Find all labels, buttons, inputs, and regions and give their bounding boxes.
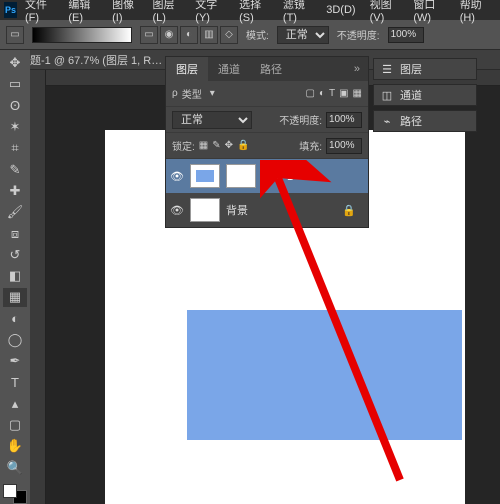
filter-adjust-icon[interactable]: ◐ — [319, 88, 325, 99]
layer-item-1[interactable]: 👁 图层 1 — [166, 159, 368, 193]
menu-3d[interactable]: 3D(D) — [320, 4, 361, 16]
gradient-type-linear-icon[interactable]: ▭ — [140, 26, 158, 44]
clone-stamp-tool-icon[interactable]: ⧈ — [3, 224, 27, 242]
layer-mask-thumb[interactable] — [226, 164, 256, 188]
filter-smart-icon[interactable]: ▦ — [353, 88, 362, 99]
opacity-label: 不透明度: — [337, 27, 380, 42]
filter-shape-icon[interactable]: ▣ — [339, 88, 348, 99]
stack-label: 图层 — [400, 61, 422, 77]
layer-item-background[interactable]: 👁 背景 🔒 — [166, 193, 368, 227]
app-icon: Ps — [4, 2, 17, 18]
menubar: Ps 文件(F) 编辑(E) 图像(I) 图层(L) 文字(Y) 选择(S) 滤… — [0, 0, 500, 20]
document-tab[interactable]: 未标题-1 @ 67.7% (图层 1, R… — [8, 52, 162, 68]
channels-stack-icon: ◫ — [380, 88, 394, 102]
lock-all-icon[interactable]: 🔒 — [237, 140, 249, 151]
layer-fill-input[interactable] — [326, 138, 362, 154]
gradient-type-radial-icon[interactable]: ◉ — [160, 26, 178, 44]
blend-opacity-row: 正常 不透明度: — [166, 107, 368, 133]
menu-image[interactable]: 图像(I) — [106, 0, 144, 24]
eraser-tool-icon[interactable]: ◧ — [3, 267, 27, 285]
layer-thumb[interactable] — [190, 164, 220, 188]
panel-menu-icon[interactable]: » — [346, 63, 368, 75]
marquee-tool-icon[interactable]: ▭ — [3, 75, 27, 93]
pen-tool-icon[interactable]: ✒ — [3, 352, 27, 370]
menu-help[interactable]: 帮助(H) — [454, 0, 496, 24]
stack-item-layers[interactable]: ☰ 图层 — [373, 58, 477, 80]
ruler-vertical[interactable] — [30, 70, 46, 504]
stack-item-paths[interactable]: ⌁ 路径 — [373, 110, 477, 132]
toolbar: ✥ ▭ ʘ ✶ ⌗ ✎ ✚ 🖌 ⧈ ↺ ◧ ▦ ◐ ◯ ✒ T ▴ ▢ ✋ 🔍 — [0, 50, 30, 504]
magic-wand-tool-icon[interactable]: ✶ — [3, 118, 27, 136]
type-tool-icon[interactable]: T — [3, 373, 27, 391]
eyedropper-tool-icon[interactable]: ✎ — [3, 160, 27, 178]
lock-icon: 🔒 — [342, 204, 364, 217]
history-brush-tool-icon[interactable]: ↺ — [3, 246, 27, 264]
visibility-icon[interactable]: 👁 — [170, 204, 184, 217]
layer-opacity-label: 不透明度: — [279, 112, 322, 127]
blur-tool-icon[interactable]: ◐ — [3, 310, 27, 328]
color-swatches[interactable] — [3, 484, 27, 504]
layer-blend-mode-select[interactable]: 正常 — [172, 111, 252, 129]
filter-type-icon[interactable]: T — [329, 88, 335, 99]
layers-stack-icon: ☰ — [380, 62, 394, 76]
gradient-type-diamond-icon[interactable]: ◇ — [220, 26, 238, 44]
zoom-tool-icon[interactable]: 🔍 — [3, 459, 27, 477]
crop-tool-icon[interactable]: ⌗ — [3, 139, 27, 157]
blend-mode-select[interactable]: 正常 — [277, 26, 329, 44]
move-tool-icon[interactable]: ✥ — [3, 54, 27, 72]
tab-channels[interactable]: 通道 — [208, 57, 250, 81]
collapsed-panel-stack: ☰ 图层 ◫ 通道 ⌁ 路径 — [373, 58, 477, 132]
layers-panel-tabs: 图层 通道 路径 » — [166, 57, 368, 81]
menu-select[interactable]: 选择(S) — [233, 0, 275, 24]
lock-fill-row: 锁定: ▦ ✎ ✥ 🔒 填充: — [166, 133, 368, 159]
lasso-tool-icon[interactable]: ʘ — [3, 97, 27, 115]
lock-paint-icon[interactable]: ✎ — [212, 140, 220, 151]
tab-layers[interactable]: 图层 — [166, 57, 208, 81]
layer-list: 👁 图层 1 👁 背景 🔒 — [166, 159, 368, 227]
lock-transparency-icon[interactable]: ▦ — [199, 140, 208, 151]
type-filter-icon[interactable]: ρ — [172, 88, 178, 99]
brush-tool-icon[interactable]: 🖌 — [3, 203, 27, 221]
dodge-tool-icon[interactable]: ◯ — [3, 331, 27, 349]
hand-tool-icon[interactable]: ✋ — [3, 437, 27, 455]
visibility-icon[interactable]: 👁 — [170, 170, 184, 183]
layer-name[interactable]: 图层 1 — [262, 168, 293, 184]
healing-brush-tool-icon[interactable]: ✚ — [3, 182, 27, 200]
menu-view[interactable]: 视图(V) — [364, 0, 406, 24]
stack-label: 通道 — [400, 87, 422, 103]
menu-type[interactable]: 文字(Y) — [189, 0, 231, 24]
filter-pixel-icon[interactable]: ▢ — [305, 88, 314, 99]
stack-label: 路径 — [400, 113, 422, 129]
layers-panel: 图层 通道 路径 » ρ 类型 ▾ ▢ ◐ T ▣ ▦ 正常 不透明度: 锁定:… — [165, 56, 369, 228]
foreground-color-swatch[interactable] — [3, 484, 17, 498]
gradient-type-angle-icon[interactable]: ◐ — [180, 26, 198, 44]
layer-thumb[interactable] — [190, 198, 220, 222]
gradient-swatch[interactable] — [32, 27, 132, 43]
tool-preset-icon[interactable]: ▭ — [6, 26, 24, 44]
menu-edit[interactable]: 编辑(E) — [62, 0, 104, 24]
menu-window[interactable]: 窗口(W) — [407, 0, 451, 24]
type-filter-label: 类型 — [182, 86, 202, 101]
lock-position-icon[interactable]: ✥ — [225, 140, 233, 151]
layer-opacity-input[interactable] — [326, 112, 362, 128]
options-bar: ▭ ▭ ◉ ◐ ▥ ◇ 模式: 正常 不透明度: — [0, 20, 500, 50]
rectangle-tool-icon[interactable]: ▢ — [3, 416, 27, 434]
paths-stack-icon: ⌁ — [380, 114, 394, 128]
menu-layer[interactable]: 图层(L) — [146, 0, 187, 24]
fill-label: 填充: — [299, 138, 322, 153]
filter-row: ρ 类型 ▾ ▢ ◐ T ▣ ▦ — [166, 81, 368, 107]
path-selection-tool-icon[interactable]: ▴ — [3, 395, 27, 413]
gradient-type-reflected-icon[interactable]: ▥ — [200, 26, 218, 44]
stack-item-channels[interactable]: ◫ 通道 — [373, 84, 477, 106]
menu-file[interactable]: 文件(F) — [19, 0, 60, 24]
tab-paths[interactable]: 路径 — [250, 57, 292, 81]
gradient-tool-icon[interactable]: ▦ — [3, 288, 27, 306]
mode-label: 模式: — [246, 27, 269, 42]
menu-filter[interactable]: 滤镜(T) — [277, 0, 318, 24]
blue-rectangle-shape[interactable] — [187, 310, 462, 440]
opacity-input[interactable] — [388, 27, 424, 43]
lock-label: 锁定: — [172, 138, 195, 153]
layer-name[interactable]: 背景 — [226, 202, 248, 218]
